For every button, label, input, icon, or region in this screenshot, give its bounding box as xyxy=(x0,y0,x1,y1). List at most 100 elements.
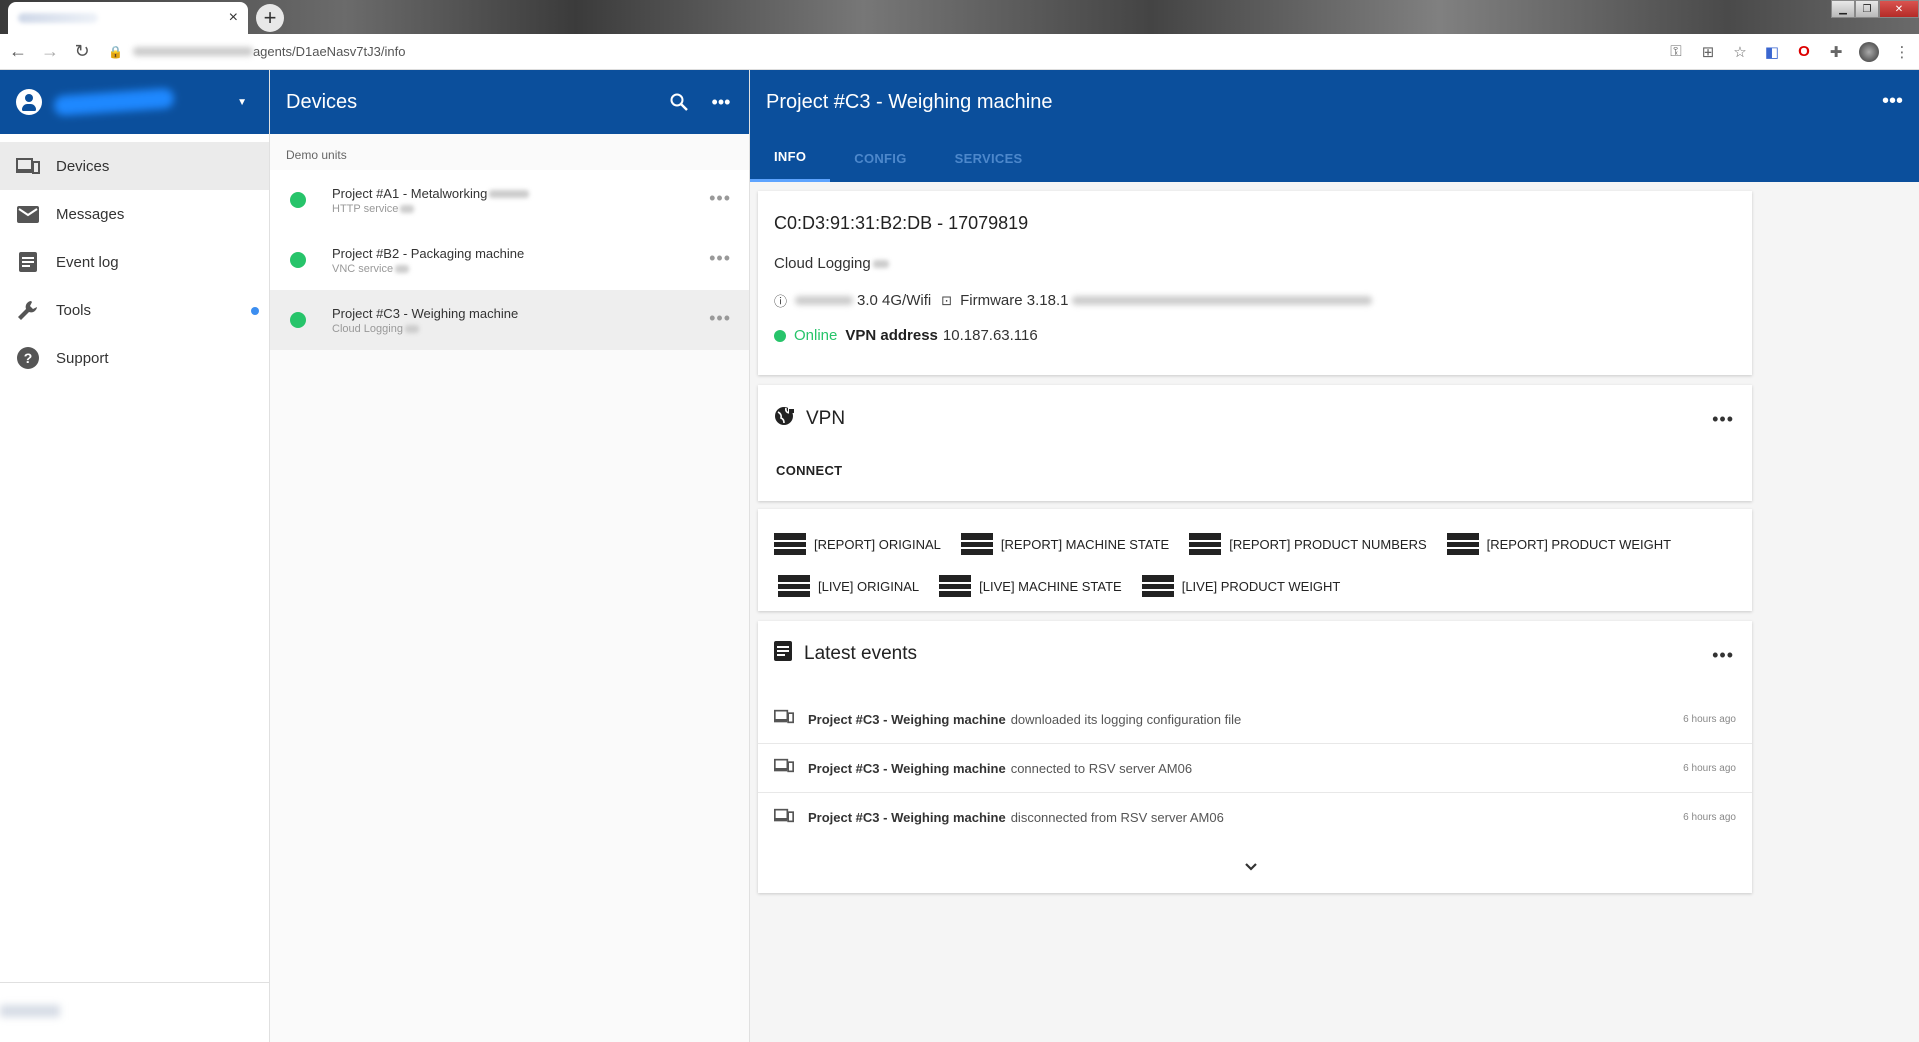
network-type: 3.0 4G/Wifi xyxy=(857,292,932,309)
device-service: VNC service xyxy=(332,262,394,275)
shortcut-live-machine-state[interactable]: [LIVE] MACHINE STATE xyxy=(939,575,1122,597)
event-list-icon xyxy=(774,641,792,666)
globe-lock-icon xyxy=(774,405,796,432)
profile-avatar[interactable] xyxy=(1859,41,1879,62)
shortcut-report-machine-state[interactable]: [REPORT] MACHINE STATE xyxy=(960,533,1169,555)
device-service: HTTP service xyxy=(332,202,399,215)
info-icon: ⓘ xyxy=(774,294,788,309)
event-row[interactable]: Project #C3 - Weighing machine downloade… xyxy=(758,695,1752,744)
url-text: agents/D1aeNasv7tJ3/info xyxy=(252,44,406,59)
shortcut-live-original[interactable]: [LIVE] ORIGINAL xyxy=(778,575,919,597)
url-host-redacted xyxy=(132,47,253,56)
translate-icon[interactable]: ⊞ xyxy=(1699,43,1717,61)
sidebar-item-event-log[interactable]: Event log xyxy=(0,238,269,286)
sidebar-item-label: Messages xyxy=(56,205,125,223)
browser-menu-icon[interactable]: ⋮ xyxy=(1893,43,1911,61)
device-list-item-selected[interactable]: Project #C3 - Weighing machine Cloud Log… xyxy=(270,290,749,350)
info-card: C0:D3:91:31:B2:DB - 17079819 Cloud Loggi… xyxy=(758,191,1752,375)
device-name: Project #B2 - Packaging machine xyxy=(332,245,525,261)
connect-button[interactable]: CONNECT xyxy=(770,459,848,482)
vpn-address-label: VPN address xyxy=(845,327,938,344)
sidebar-item-messages[interactable]: Messages xyxy=(0,190,269,238)
notification-dot xyxy=(251,307,259,315)
vpn-title: VPN xyxy=(806,407,846,429)
shortcut-report-product-weight[interactable]: [REPORT] PRODUCT WEIGHT xyxy=(1446,533,1672,555)
close-window-button[interactable]: ✕ xyxy=(1879,0,1919,18)
device-list-item[interactable]: Project #A1 - Metalworking HTTP service … xyxy=(270,170,749,230)
online-status-icon xyxy=(290,252,306,268)
account-circle-icon xyxy=(16,89,42,115)
online-status-icon xyxy=(774,329,786,342)
tab-title-redacted xyxy=(18,13,98,23)
event-device-name: Project #C3 - Weighing machine xyxy=(808,810,1006,825)
star-icon[interactable]: ☆ xyxy=(1731,43,1749,61)
shortcut-label: [REPORT] PRODUCT WEIGHT xyxy=(1486,536,1672,552)
shortcut-label: [LIVE] ORIGINAL xyxy=(818,578,920,594)
dashboard-grid-icon xyxy=(1141,575,1174,597)
devices-header: Devices ••• xyxy=(270,70,749,134)
minimize-button[interactable]: ▁ xyxy=(1831,0,1855,18)
device-service: Cloud Logging xyxy=(332,322,403,335)
more-horizontal-icon[interactable]: ••• xyxy=(709,308,731,329)
device-id: C0:D3:91:31:B2:DB - 17079819 xyxy=(774,213,1029,233)
detail-tabs: INFO CONFIG SERVICES xyxy=(750,134,1047,182)
more-horizontal-icon[interactable]: ••• xyxy=(709,188,731,209)
sidebar-item-label: Tools xyxy=(56,301,92,319)
caret-down-icon[interactable]: ▼ xyxy=(237,97,247,108)
status-text: Online xyxy=(794,327,838,344)
sidebar-item-support[interactable]: ? Support xyxy=(0,334,269,382)
app: ▼ Devices Messages Event log Tools ? Sup… xyxy=(0,70,1919,1042)
model-redacted xyxy=(795,296,854,305)
back-icon[interactable]: ← xyxy=(4,41,32,62)
browser-tab[interactable]: × xyxy=(8,2,248,34)
devices-header-actions: ••• xyxy=(667,90,733,114)
tab-config[interactable]: CONFIG xyxy=(830,134,930,182)
url-field[interactable]: 🔒 agents/D1aeNasv7tJ3/info xyxy=(108,38,1588,66)
more-horizontal-icon[interactable]: ••• xyxy=(1712,645,1734,666)
maximize-button[interactable]: ❐ xyxy=(1855,0,1879,18)
search-icon[interactable] xyxy=(667,90,691,114)
event-row[interactable]: Project #C3 - Weighing machine connected… xyxy=(758,744,1752,793)
sidebar-item-label: Support xyxy=(56,349,109,367)
shortcut-report-original[interactable]: [REPORT] ORIGINAL xyxy=(774,533,941,555)
firmware-detail-redacted xyxy=(1072,296,1373,305)
connection-status: Online VPN address 10.187.63.116 xyxy=(774,327,1038,344)
dashboard-grid-icon xyxy=(1189,533,1222,555)
online-status-icon xyxy=(290,312,306,328)
more-horizontal-icon[interactable]: ••• xyxy=(709,90,733,114)
dashboard-grid-icon xyxy=(960,533,993,555)
tab-close-icon[interactable]: × xyxy=(229,9,238,27)
event-description: connected to RSV server AM06 xyxy=(1010,760,1193,776)
shortcut-live-product-weight[interactable]: [LIVE] PRODUCT WEIGHT xyxy=(1141,575,1340,597)
new-tab-button[interactable]: + xyxy=(256,4,284,32)
sidebar-item-tools[interactable]: Tools xyxy=(0,286,269,334)
tab-services[interactable]: SERVICES xyxy=(931,134,1047,182)
forward-icon[interactable]: → xyxy=(36,41,64,62)
opera-extension-icon[interactable]: O xyxy=(1795,43,1813,60)
shortcut-report-product-numbers[interactable]: [REPORT] PRODUCT NUMBERS xyxy=(1189,533,1427,555)
wrench-icon xyxy=(16,298,40,322)
puzzle-icon[interactable]: ✚ xyxy=(1827,43,1845,61)
sidebar-item-devices[interactable]: Devices xyxy=(0,142,269,190)
event-timestamp: 6 hours ago xyxy=(1683,713,1736,725)
dashboard-grid-icon xyxy=(778,575,810,597)
account-header[interactable]: ▼ xyxy=(0,70,269,134)
event-timestamp: 6 hours ago xyxy=(1683,762,1736,774)
dashboard-grid-icon xyxy=(774,533,806,555)
expand-more-icon[interactable] xyxy=(1244,859,1258,875)
more-horizontal-icon[interactable]: ••• xyxy=(1712,409,1734,430)
reload-icon[interactable]: ↻ xyxy=(68,41,96,62)
more-horizontal-icon[interactable]: ••• xyxy=(709,248,731,269)
address-bar: ← → ↻ 🔒 agents/D1aeNasv7tJ3/info ⚿ ⊞ ☆ ◧… xyxy=(0,34,1919,70)
event-row[interactable]: Project #C3 - Weighing machine disconnec… xyxy=(758,793,1752,842)
more-horizontal-icon[interactable]: ••• xyxy=(1882,90,1903,113)
shortcut-label: [REPORT] ORIGINAL xyxy=(814,536,941,552)
devices-title: Devices xyxy=(286,90,358,113)
devices-panel: Devices ••• Demo units Project #A1 - Met… xyxy=(270,70,750,1042)
sidebar-footer xyxy=(0,982,270,1042)
live-shortcuts: [LIVE] ORIGINAL [LIVE] MACHINE STATE [LI… xyxy=(778,575,1360,597)
translator-extension-icon[interactable]: ◧ xyxy=(1763,43,1781,61)
tab-info[interactable]: INFO xyxy=(750,134,831,182)
device-list-item[interactable]: Project #B2 - Packaging machine VNC serv… xyxy=(270,230,749,290)
key-icon[interactable]: ⚿ xyxy=(1667,43,1685,60)
